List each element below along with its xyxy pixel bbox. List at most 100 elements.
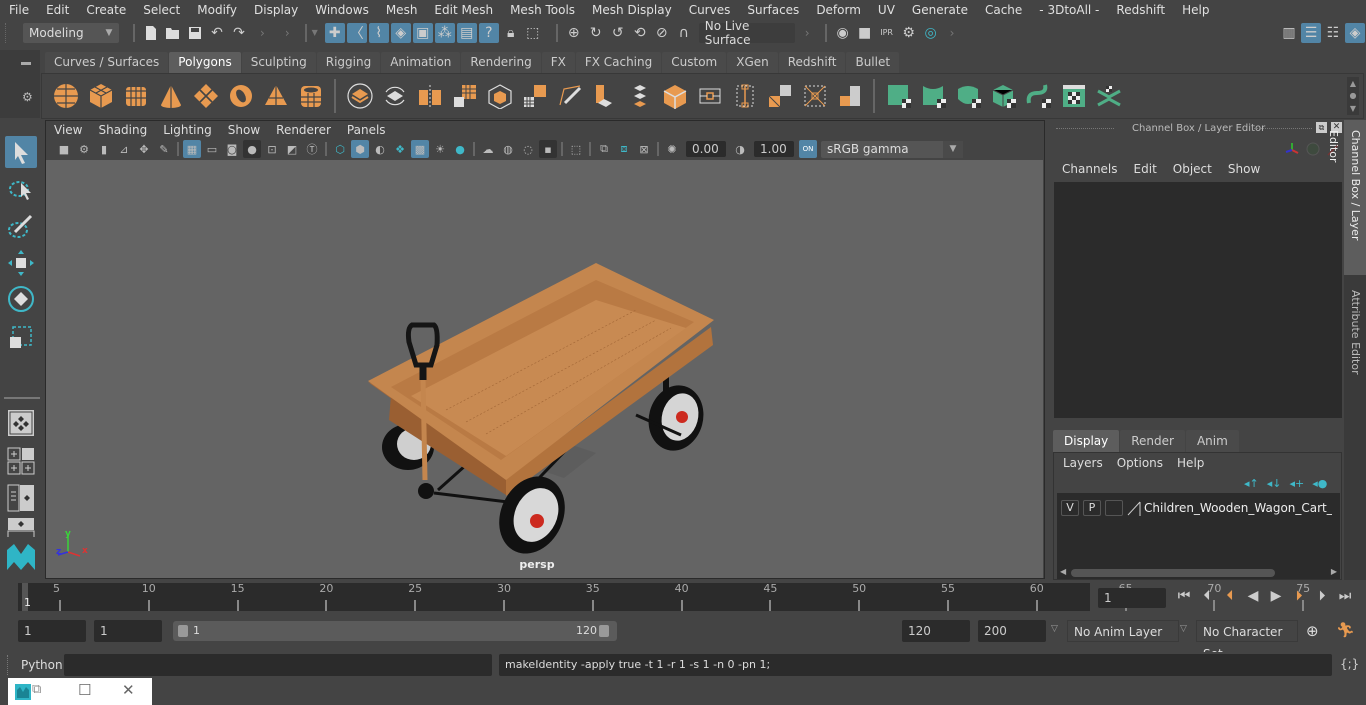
poly-cylinder-icon[interactable] — [121, 81, 151, 111]
tab-fx[interactable]: FX — [541, 52, 575, 73]
layer-row[interactable]: V P Children_Wooden_Wagon_Cart_001_ — [1057, 497, 1340, 519]
collapse-icon[interactable] — [800, 81, 830, 111]
viewport-menu-show[interactable]: Show — [220, 123, 268, 137]
planar-uv-icon[interactable] — [884, 81, 914, 111]
drag-handle[interactable] — [1254, 128, 1312, 132]
drag-handle[interactable] — [1056, 128, 1114, 132]
layer-name[interactable]: Children_Wooden_Wagon_Cart_001_ — [1144, 501, 1332, 515]
restore-icon[interactable]: ⧉ — [32, 682, 41, 697]
snap-curve-icon[interactable]: ↻ — [586, 23, 606, 43]
colorspace-dropdown[interactable]: sRGB gamma ▼ — [821, 140, 963, 158]
poly-torus-icon[interactable] — [226, 81, 256, 111]
bevel-icon[interactable] — [660, 81, 690, 111]
mirror-icon[interactable] — [415, 81, 445, 111]
menu-edit-mesh[interactable]: Edit Mesh — [425, 3, 501, 17]
menu-mesh-tools[interactable]: Mesh Tools — [501, 3, 583, 17]
redo-icon[interactable]: ↷ — [229, 23, 249, 43]
layer-menu-layers[interactable]: Layers — [1060, 456, 1110, 470]
menu-display[interactable]: Display — [245, 3, 306, 17]
maya-app-icon[interactable] — [15, 684, 31, 700]
menu-create[interactable]: Create — [77, 3, 134, 17]
shadows-icon[interactable]: ● — [451, 140, 469, 158]
maximize-icon[interactable]: ☐ — [78, 681, 91, 699]
menu-deform[interactable]: Deform — [807, 3, 869, 17]
shelf-menu-icon[interactable] — [21, 62, 31, 65]
channel-box-toggle-icon[interactable]: ◈ — [1345, 22, 1365, 43]
isolate-select-icon[interactable]: ⬚ — [567, 140, 585, 158]
motion-blur-icon[interactable]: ◍ — [499, 140, 517, 158]
drag-handle[interactable] — [7, 655, 11, 675]
animation-end-field[interactable]: 200 — [978, 620, 1046, 642]
viewport-menu-shading[interactable]: Shading — [90, 123, 155, 137]
new-layer-selected-icon[interactable]: ◂● — [1312, 477, 1327, 490]
undo-icon[interactable]: ↶ — [207, 23, 227, 43]
select-uv-icon[interactable]: ▤ — [456, 22, 477, 43]
menu-file[interactable]: File — [0, 3, 37, 17]
tab-curves-surfaces[interactable]: Curves / Surfaces — [45, 52, 169, 73]
select-by-component-icon[interactable]: ⌇ — [368, 22, 389, 43]
boolean-icon[interactable] — [485, 81, 515, 111]
layer-menu-options[interactable]: Options — [1110, 456, 1170, 470]
exposure-icon[interactable]: ✺ — [663, 140, 681, 158]
character-set-dropdown[interactable]: No Character Set — [1196, 620, 1298, 661]
grid-toggle-icon[interactable]: ▦ — [183, 140, 201, 158]
move-layer-down-icon[interactable]: ◂↓ — [1267, 477, 1282, 490]
scrollbar-thumb[interactable] — [1071, 569, 1275, 577]
new-layer-icon[interactable]: ◂+ — [1290, 477, 1305, 490]
screen-space-ao-icon[interactable]: ☁ — [479, 140, 497, 158]
layer-display-type-toggle[interactable] — [1105, 500, 1123, 516]
viewport-menu-view[interactable]: View — [46, 123, 90, 137]
bookmark-icon[interactable]: ▮ — [95, 140, 113, 158]
uv-editor-icon[interactable] — [1059, 81, 1089, 111]
step-forward-key-icon[interactable]: ⏵︎ — [1289, 588, 1309, 604]
step-back-frame-icon[interactable]: ⏴︎ — [1197, 588, 1217, 604]
xray-joints-icon[interactable]: ⧈ — [615, 140, 633, 158]
menu-surfaces[interactable]: Surfaces — [738, 3, 807, 17]
maya-logo-icon[interactable] — [5, 541, 37, 573]
layer-color-swatch-icon[interactable] — [1126, 500, 1142, 516]
range-slider[interactable]: 1 120 — [173, 621, 617, 641]
drag-handle[interactable] — [5, 22, 23, 43]
render-settings-icon[interactable]: ⚙ — [899, 23, 919, 43]
depth-of-field-icon[interactable]: ▪ — [539, 140, 557, 158]
menu-uv[interactable]: UV — [869, 3, 903, 17]
four-pane-layout-icon[interactable] — [5, 445, 37, 477]
viewport-menu-panels[interactable]: Panels — [339, 123, 394, 137]
menu-help[interactable]: Help — [1173, 3, 1217, 17]
tool-settings-icon[interactable]: ☷ — [1323, 23, 1343, 43]
layer-tab-anim[interactable]: Anim — [1185, 430, 1239, 452]
script-editor-icon[interactable]: {;} — [1340, 657, 1359, 671]
spherical-uv-icon[interactable] — [954, 81, 984, 111]
viewport-menu-renderer[interactable]: Renderer — [268, 123, 339, 137]
poly-sphere-icon[interactable] — [51, 81, 81, 111]
insert-loop-icon[interactable] — [730, 81, 760, 111]
command-input[interactable] — [64, 654, 492, 676]
menu-select[interactable]: Select — [134, 3, 188, 17]
channel-menu-channels[interactable]: Channels — [1054, 162, 1126, 176]
film-gate-icon[interactable]: ▭ — [203, 140, 221, 158]
gamma-icon[interactable]: ◑ — [731, 140, 749, 158]
xray-icon[interactable]: ⧉ — [595, 140, 613, 158]
channel-list[interactable] — [1054, 182, 1342, 418]
current-frame-field[interactable]: 1 — [1098, 588, 1166, 608]
tab-sculpting[interactable]: Sculpting — [241, 52, 316, 73]
side-tab-attribute-editor[interactable]: Attribute Editor — [1344, 280, 1366, 380]
select-by-hierarchy-icon[interactable]: ✚ — [324, 22, 345, 43]
time-slider[interactable]: 1 51015202530354045505560657075808590951… — [18, 582, 1310, 611]
channel-menu-object[interactable]: Object — [1165, 162, 1220, 176]
snap-point-icon[interactable]: ↺ — [608, 23, 628, 43]
multi-cut-icon[interactable] — [555, 81, 585, 111]
collapse-arrow-icon[interactable]: › — [260, 26, 265, 40]
smooth-shade-icon[interactable]: ⬢ — [351, 140, 369, 158]
gate-mask-icon[interactable]: ● — [243, 140, 261, 158]
collapse-arrow-icon[interactable]: › — [285, 26, 290, 40]
script-language-toggle[interactable]: Python — [21, 658, 63, 672]
tab-rigging[interactable]: Rigging — [316, 52, 381, 73]
menu-3dtoall[interactable]: - 3DtoAll - — [1030, 3, 1107, 17]
2d-pan-zoom-icon[interactable]: ✥ — [135, 140, 153, 158]
scroll-dot-icon[interactable]: ● — [1350, 91, 1357, 100]
layer-visibility-toggle[interactable]: V — [1061, 500, 1079, 516]
collapse-arrow-icon[interactable]: › — [950, 26, 955, 40]
tab-fx-caching[interactable]: FX Caching — [575, 52, 662, 73]
rotate-tool-icon[interactable] — [5, 283, 37, 315]
